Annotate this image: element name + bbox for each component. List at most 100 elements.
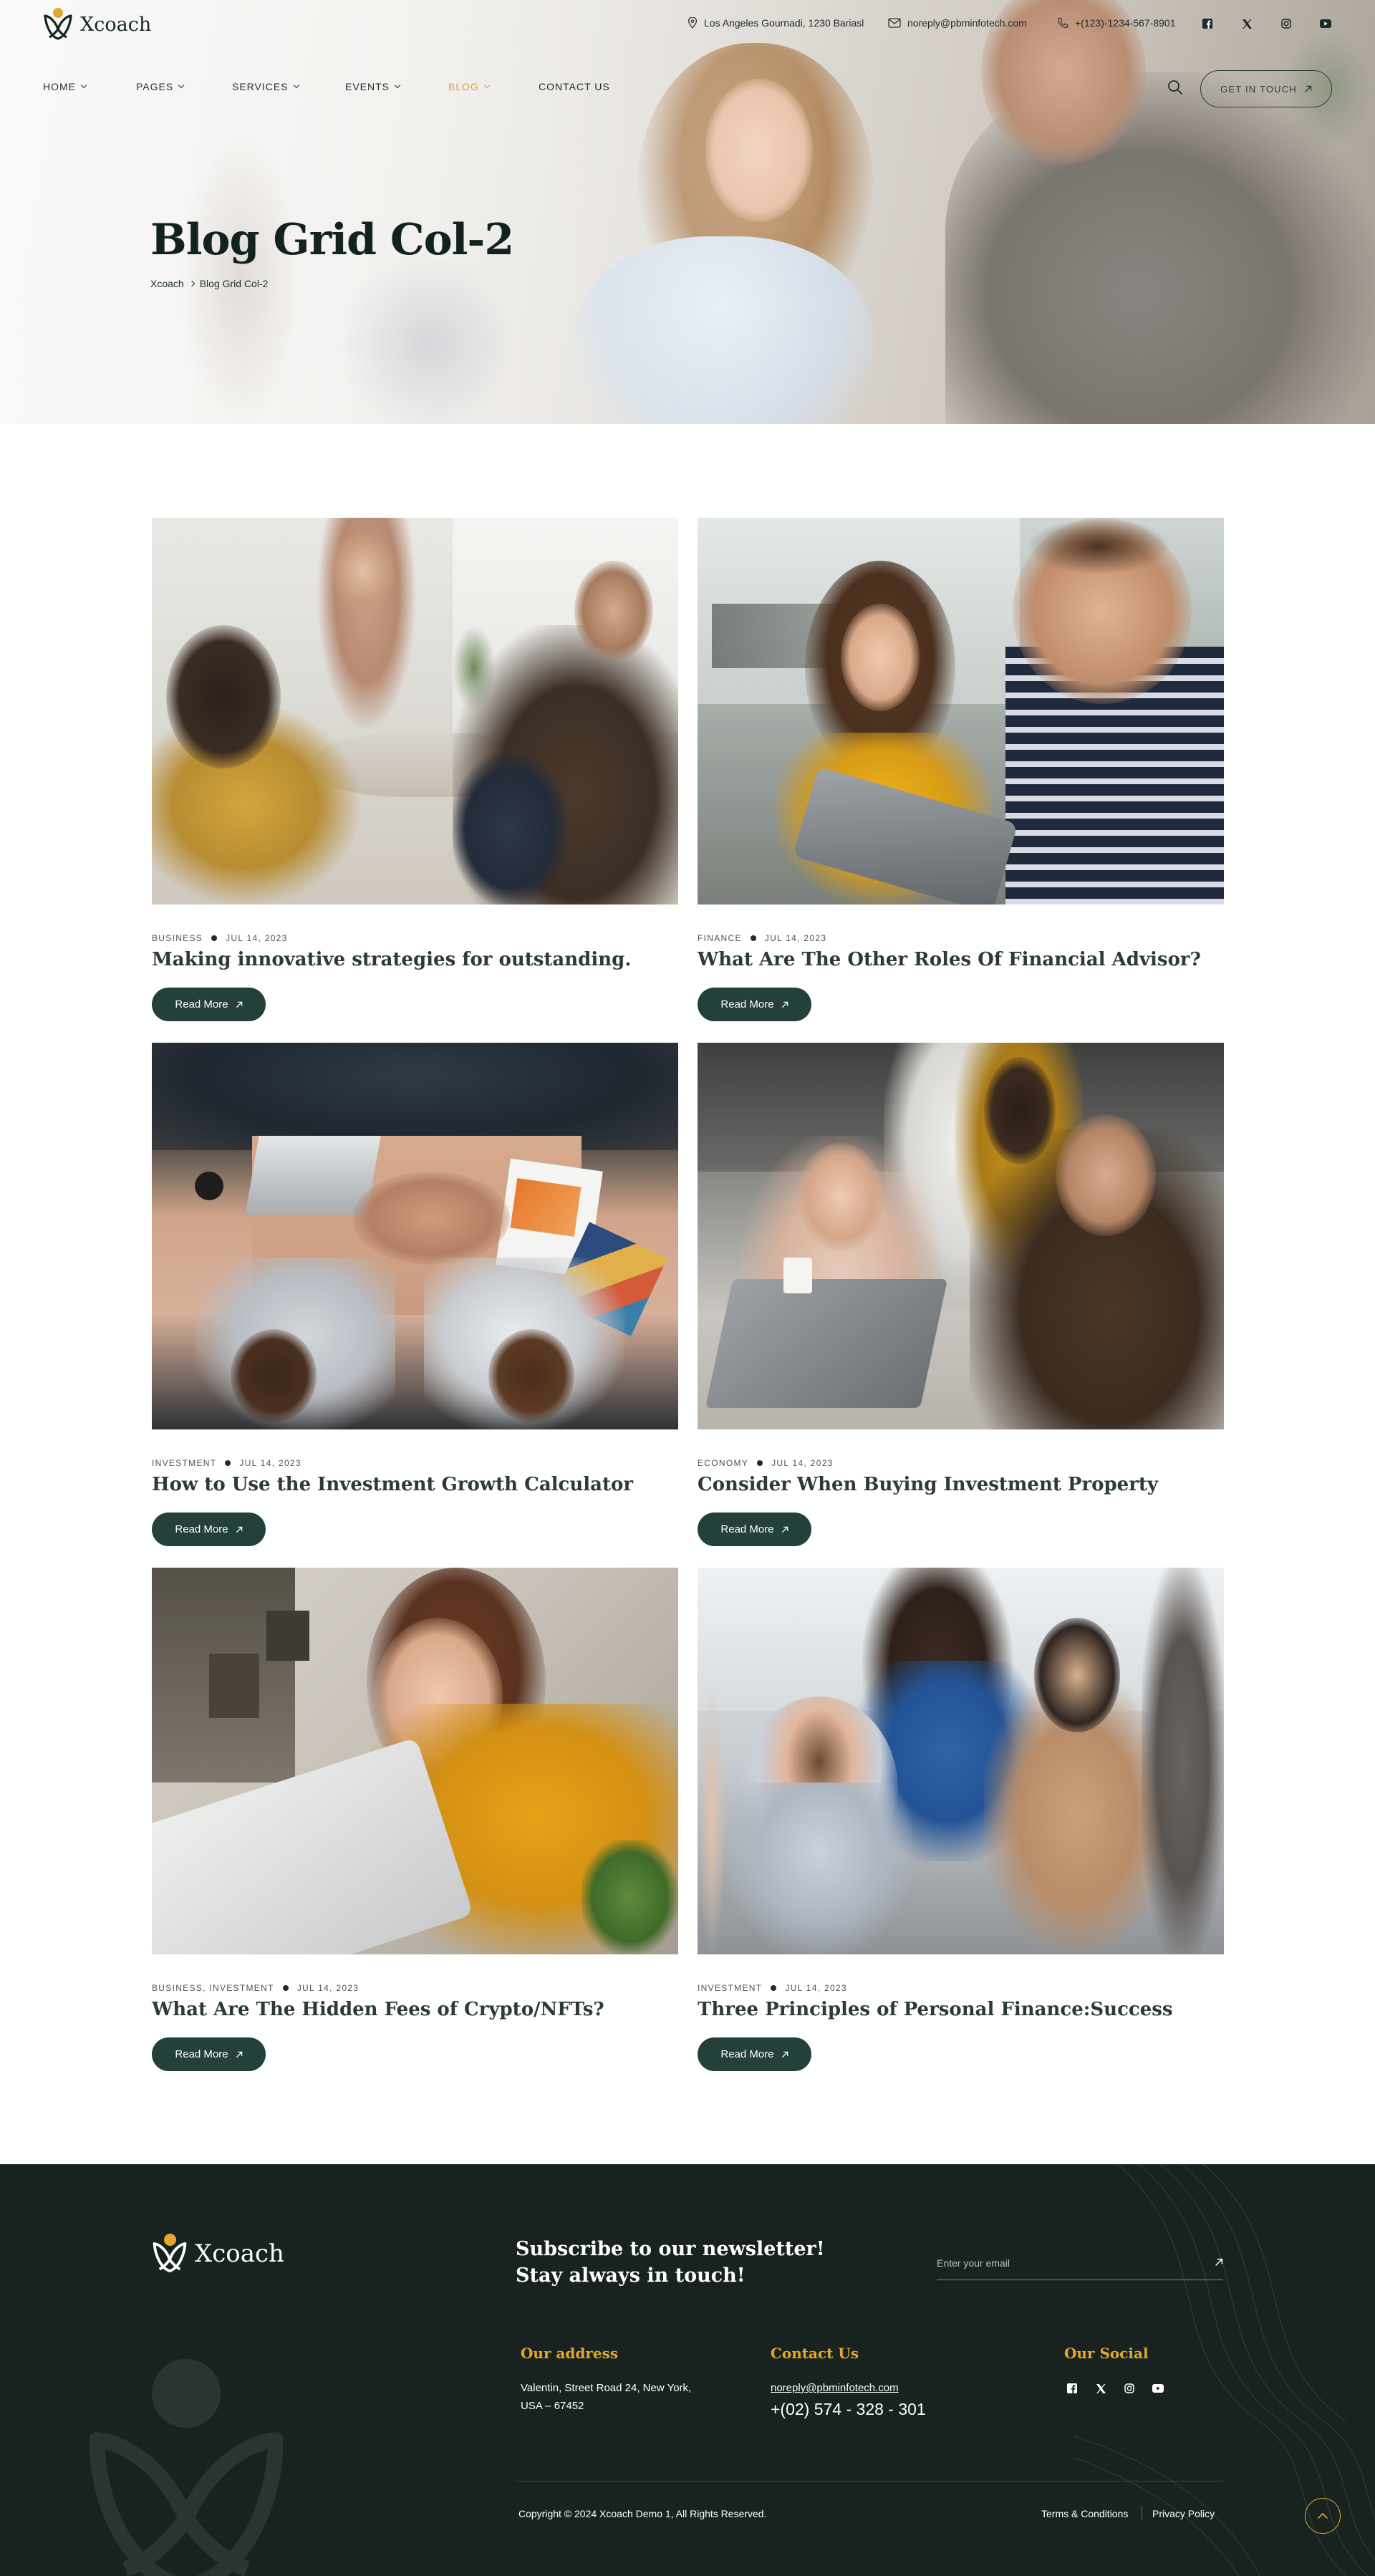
nav-item-services[interactable]: SERVICES <box>232 81 299 92</box>
topbar-phone[interactable]: +(123)-1234-567-8901 <box>1057 17 1176 29</box>
blog-card-meta: ECONOMY JUL 14, 2023 <box>698 1458 834 1468</box>
blog-card-image[interactable] <box>152 518 678 905</box>
footer-logo[interactable]: Xcoach <box>152 2234 284 2274</box>
post-category[interactable]: INVESTMENT <box>152 1458 216 1468</box>
logo-mark-icon <box>152 2234 188 2274</box>
read-more-button[interactable]: Read More <box>698 988 811 1021</box>
arrow-up-right-icon[interactable] <box>1215 2257 1223 2270</box>
bullet-dot <box>211 935 218 941</box>
instagram-icon[interactable] <box>1121 2380 1137 2396</box>
arrow-up-right-icon <box>236 2051 242 2058</box>
post-title[interactable]: What Are The Other Roles Of Financial Ad… <box>698 949 1201 970</box>
logo-watermark-icon <box>90 2359 283 2576</box>
chevron-down-icon <box>394 82 401 89</box>
nav-item-events[interactable]: EVENTS <box>345 81 401 92</box>
map-pin-icon <box>688 17 698 29</box>
blog-card: INVESTMENT JUL 14, 2023 Three Principles… <box>698 1568 1224 2071</box>
post-category[interactable]: ECONOMY <box>698 1458 748 1468</box>
topbar-address: Los Angeles Gournadi, 1230 Bariasl <box>688 17 864 29</box>
read-more-button[interactable]: Read More <box>152 2037 266 2071</box>
nav-item-blog[interactable]: BLOG <box>448 81 491 92</box>
read-more-button[interactable]: Read More <box>698 2037 811 2071</box>
post-category[interactable]: BUSINESS <box>152 933 203 943</box>
mail-icon <box>888 18 901 28</box>
chevron-down-icon <box>293 82 299 89</box>
contact-heading: Contact Us <box>771 2345 859 2362</box>
post-date: JUL 14, 2023 <box>226 933 288 943</box>
blog-card-meta: INVESTMENT JUL 14, 2023 <box>698 1983 847 1993</box>
blog-card-meta: BUSINESS JUL 14, 2023 <box>152 933 288 943</box>
facebook-icon[interactable] <box>1064 2380 1080 2396</box>
privacy-link[interactable]: Privacy Policy <box>1152 2508 1215 2519</box>
post-title[interactable]: Three Principles of Personal Finance:Suc… <box>698 1999 1173 2020</box>
bullet-dot <box>750 935 756 941</box>
nav-item-home[interactable]: HOME <box>43 81 87 92</box>
bullet-dot <box>771 1985 777 1991</box>
newsletter-title: Subscribe to our newsletter! Stay always… <box>516 2238 825 2287</box>
blog-card: ECONOMY JUL 14, 2023 Consider When Buyin… <box>698 1043 1224 1546</box>
youtube-icon[interactable] <box>1150 2380 1166 2396</box>
post-date: JUL 14, 2023 <box>764 933 827 943</box>
post-category[interactable]: BUSINESS, INVESTMENT <box>152 1983 274 1993</box>
arrow-up-right-icon <box>1304 85 1312 92</box>
instagram-icon[interactable] <box>1278 16 1294 32</box>
terms-link[interactable]: Terms & Conditions <box>1041 2508 1128 2519</box>
social-heading: Our Social <box>1064 2345 1149 2362</box>
facebook-icon[interactable] <box>1200 16 1215 32</box>
post-title[interactable]: Consider When Buying Investment Property <box>698 1474 1158 1495</box>
chevron-down-icon <box>80 82 87 89</box>
post-title[interactable]: What Are The Hidden Fees of Crypto/NFTs? <box>152 1999 604 2020</box>
chevron-down-icon <box>178 82 185 89</box>
logo-wordmark: Xcoach <box>80 13 152 36</box>
post-title[interactable]: Making innovative strategies for outstan… <box>152 949 631 970</box>
post-title[interactable]: How to Use the Investment Growth Calcula… <box>152 1474 633 1495</box>
phone-text: +(123)-1234-567-8901 <box>1075 17 1176 29</box>
x-icon[interactable] <box>1093 2380 1109 2396</box>
address-heading: Our address <box>521 2345 619 2362</box>
get-in-touch-button[interactable]: GET IN TOUCH <box>1200 70 1332 107</box>
newsletter-email-input[interactable] <box>937 2249 1195 2277</box>
phone-icon <box>1057 17 1068 29</box>
read-more-button[interactable]: Read More <box>152 988 266 1021</box>
blog-card-image[interactable] <box>152 1568 678 1954</box>
read-more-button[interactable]: Read More <box>152 1513 266 1546</box>
blog-card-meta: INVESTMENT JUL 14, 2023 <box>152 1458 301 1468</box>
arrow-up-right-icon <box>781 1526 788 1533</box>
breadcrumb-home-link[interactable]: Xcoach <box>150 278 184 289</box>
nav-item-pages[interactable]: PAGES <box>136 81 185 92</box>
arrow-up-right-icon <box>781 2051 788 2058</box>
blog-card-image[interactable] <box>152 1043 678 1429</box>
youtube-icon[interactable] <box>1318 16 1333 32</box>
site-logo[interactable]: Xcoach <box>43 8 151 41</box>
logo-wordmark: Xcoach <box>195 2239 284 2268</box>
contact-email-link[interactable]: noreply@pbminfotech.com <box>771 2379 899 2397</box>
x-icon[interactable] <box>1239 16 1255 32</box>
bullet-dot <box>225 1460 231 1466</box>
read-more-button[interactable]: Read More <box>698 1513 811 1546</box>
post-date: JUL 14, 2023 <box>239 1458 301 1468</box>
blog-card-image[interactable] <box>698 518 1224 905</box>
newsletter-form <box>937 2249 1223 2280</box>
top-bar: Xcoach Los Angeles Gournadi, 1230 Barias… <box>0 0 1375 50</box>
post-category[interactable]: INVESTMENT <box>698 1983 762 1993</box>
search-icon[interactable] <box>1167 79 1185 97</box>
chevron-right-icon <box>188 280 195 287</box>
scroll-to-top-button[interactable] <box>1305 2498 1341 2534</box>
post-category[interactable]: FINANCE <box>698 933 742 943</box>
copyright-text: Copyright © 2024 Xcoach Demo 1, All Righ… <box>518 2508 767 2519</box>
address-text: Valentin, Street Road 24, New York, USA … <box>521 2382 692 2412</box>
nav-item-contact-us[interactable]: CONTACT US <box>539 81 610 92</box>
post-date: JUL 14, 2023 <box>785 1983 847 1993</box>
page-title: Blog Grid Col-2 <box>150 215 514 265</box>
post-date: JUL 14, 2023 <box>771 1458 834 1468</box>
topbar-email[interactable]: noreply@pbminfotech.com <box>888 17 1027 29</box>
bullet-dot <box>282 1985 289 1991</box>
address-text: Los Angeles Gournadi, 1230 Bariasl <box>704 17 864 29</box>
blog-card-image[interactable] <box>698 1043 1224 1429</box>
blog-card-meta: BUSINESS, INVESTMENT JUL 14, 2023 <box>152 1983 359 1993</box>
breadcrumb: Xcoach Blog Grid Col-2 <box>150 278 268 289</box>
blog-card-image[interactable] <box>698 1568 1224 1954</box>
blog-card: INVESTMENT JUL 14, 2023 How to Use the I… <box>152 1043 678 1546</box>
contact-phone[interactable]: +(02) 574 - 328 - 301 <box>771 2401 926 2418</box>
email-text: noreply@pbminfotech.com <box>907 17 1027 29</box>
